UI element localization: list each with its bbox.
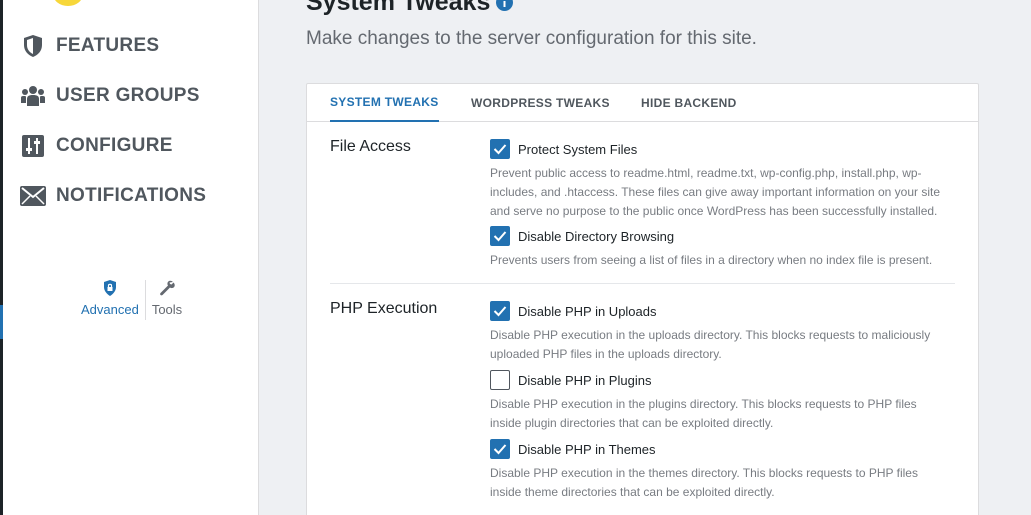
user-group-icon <box>20 83 46 109</box>
logo <box>53 0 83 6</box>
sliders-icon <box>20 133 46 159</box>
page-subtitle: Make changes to the server configuration… <box>306 28 757 49</box>
tab-wordpress-tweaks[interactable]: WORDPRESS TWEAKS <box>471 84 610 122</box>
nav-item-label: FEATURES <box>56 35 160 56</box>
tab-hide-backend[interactable]: HIDE BACKEND <box>641 84 737 122</box>
nav-item-notifications[interactable]: NOTIFICATIONS <box>20 181 206 211</box>
wrench-icon <box>159 278 175 298</box>
sidebar: FEATURES USER GROUPS CONFIGURE NOTIFICAT… <box>3 0 259 515</box>
lock-shield-icon <box>103 278 117 298</box>
subnav-item-tools[interactable]: Tools <box>146 278 188 320</box>
envelope-icon <box>20 183 46 209</box>
option-label: Disable PHP in Plugins <box>518 372 652 388</box>
option-description: Disable PHP execution in the plugins dir… <box>490 397 917 430</box>
info-icon[interactable] <box>496 0 514 11</box>
option-description: Prevents users from seeing a list of fil… <box>490 253 933 267</box>
page-title-text: System Tweaks <box>306 0 491 16</box>
disable-php-themes-checkbox[interactable] <box>490 439 510 459</box>
section-label-php-execution: PHP Execution <box>330 300 438 317</box>
option-label: Disable Directory Browsing <box>518 228 675 244</box>
option-description: Disable PHP execution in the themes dire… <box>490 466 918 499</box>
option-label: Disable PHP in Uploads <box>518 303 657 319</box>
subnav-label: Tools <box>151 302 183 317</box>
nav-item-user-groups[interactable]: USER GROUPS <box>20 81 200 111</box>
nav-item-label: NOTIFICATIONS <box>56 185 207 206</box>
option-protect-system-files: Protect System Files Prevent public acce… <box>490 139 950 221</box>
disable-php-uploads-checkbox[interactable] <box>490 301 510 321</box>
option-disable-php-themes: Disable PHP in Themes Disable PHP execut… <box>490 439 950 502</box>
option-disable-directory-browsing: Disable Directory Browsing Prevents user… <box>490 226 950 270</box>
check-icon <box>493 306 507 317</box>
nav-item-configure[interactable]: CONFIGURE <box>20 131 173 161</box>
subnav-item-advanced[interactable]: Advanced <box>75 278 145 320</box>
sidebar-subnav: Advanced Tools <box>75 278 188 320</box>
option-disable-php-plugins: Disable PHP in Plugins Disable PHP execu… <box>490 370 950 433</box>
option-label: Protect System Files <box>518 141 638 157</box>
settings-panel: SYSTEM TWEAKS WORDPRESS TWEAKS HIDE BACK… <box>306 83 979 515</box>
option-disable-php-uploads: Disable PHP in Uploads Disable PHP execu… <box>490 301 950 364</box>
shield-icon <box>20 33 46 59</box>
nav-item-features[interactable]: FEATURES <box>20 31 159 61</box>
option-description: Disable PHP execution in the uploads dir… <box>490 328 931 361</box>
page-title: System Tweaks <box>306 0 514 17</box>
check-icon <box>493 231 507 242</box>
option-description: Prevent public access to readme.html, re… <box>490 166 941 218</box>
check-icon <box>493 444 507 455</box>
section-label-file-access: File Access <box>330 138 411 155</box>
protect-system-files-checkbox[interactable] <box>490 139 510 159</box>
nav-item-label: CONFIGURE <box>56 135 173 156</box>
option-label: Disable PHP in Themes <box>518 441 656 457</box>
tab-bar: SYSTEM TWEAKS WORDPRESS TWEAKS HIDE BACK… <box>307 84 978 122</box>
nav-item-label: USER GROUPS <box>56 85 200 106</box>
subnav-label: Advanced <box>81 302 139 317</box>
section-divider <box>330 283 955 284</box>
check-icon <box>493 144 507 155</box>
disable-directory-browsing-checkbox[interactable] <box>490 226 510 246</box>
tab-system-tweaks[interactable]: SYSTEM TWEAKS <box>330 84 439 122</box>
disable-php-plugins-checkbox[interactable] <box>490 370 510 390</box>
